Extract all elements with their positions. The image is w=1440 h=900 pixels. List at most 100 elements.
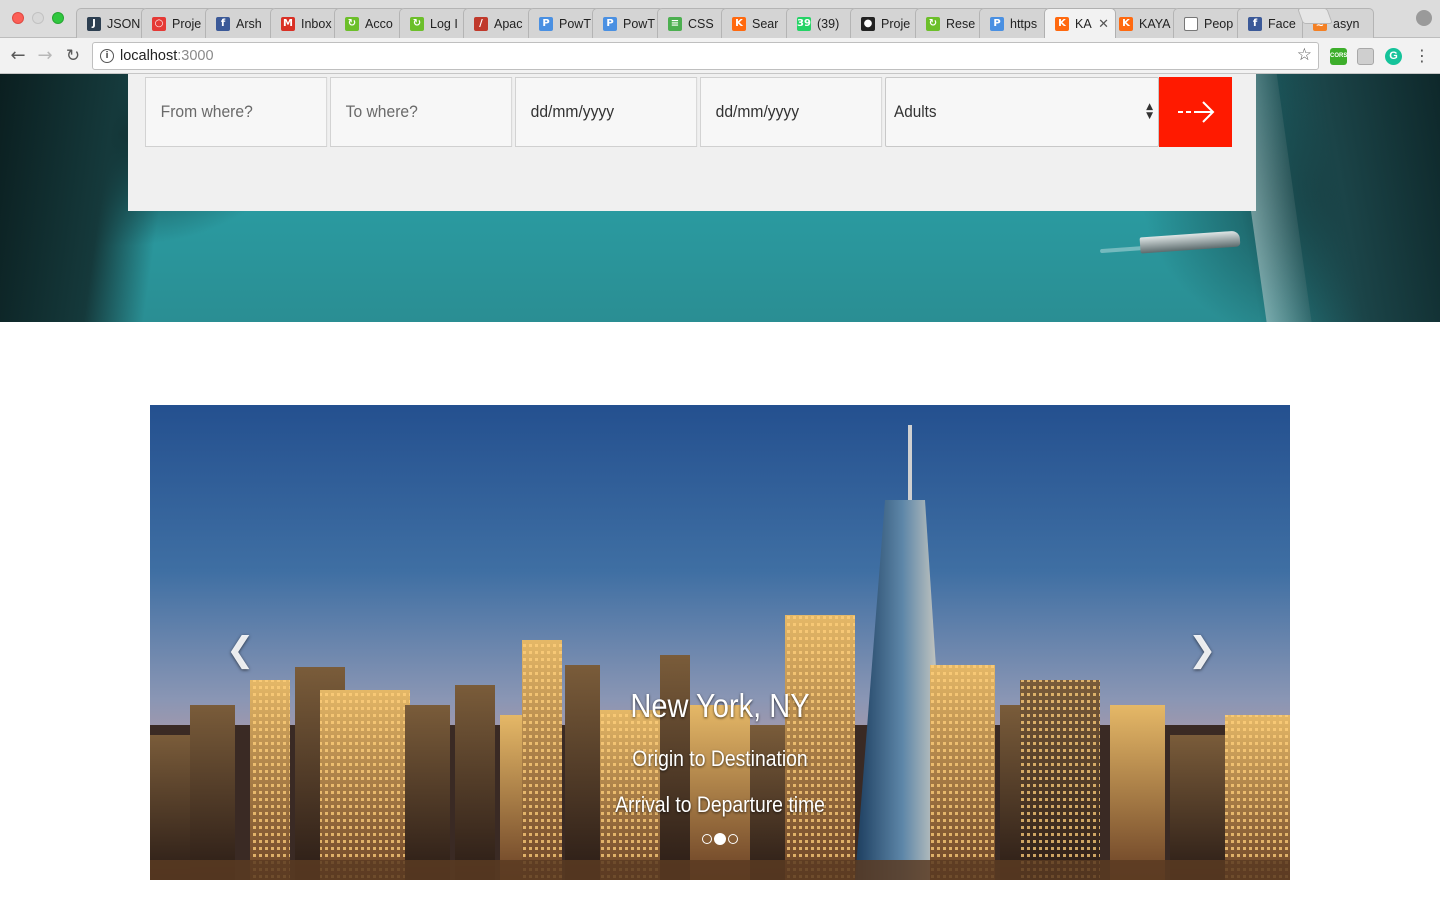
carousel-next-chevron-icon[interactable]: ❯ [1188, 630, 1217, 670]
url-port: :3000 [177, 48, 214, 64]
facebook-icon: f [216, 16, 230, 31]
browser-toolbar: ← → ↻ i localhost:3000 ☆ CORS G ⋮ [0, 38, 1440, 74]
browser-tab[interactable]: / Apac [463, 8, 535, 38]
kayak-icon: K [732, 16, 746, 31]
browser-tab[interactable]: ↻ Rese [914, 8, 987, 38]
forward-arrow-icon[interactable]: → [34, 45, 56, 67]
extension-person-icon[interactable] [1357, 48, 1374, 65]
green-swirl-icon: ↻ [409, 16, 424, 31]
to-input[interactable]: To where? [330, 77, 513, 147]
search-submit-button[interactable] [1159, 77, 1232, 147]
browser-tab-label: KA [1074, 16, 1092, 31]
from-placeholder: From where? [160, 102, 253, 121]
browser-tab-label: CSS [687, 16, 714, 31]
travellers-select[interactable]: Adults ▲ ▼ [885, 77, 1159, 147]
carousel-route-text: Origin to Destination [632, 746, 808, 771]
grammarly-extension-icon[interactable]: G [1385, 48, 1402, 65]
browser-tab-label: PowT [558, 16, 591, 31]
profile-icon[interactable] [1416, 10, 1432, 26]
browser-tab[interactable]: ↻ Acco [334, 8, 406, 38]
apache-feather-icon: / [474, 16, 488, 31]
tab-strip: J JSON ○ Proje f Arsh M Inbox ↻ Acco ↻ Log I / Apac P P… [76, 8, 1376, 38]
browser-tab-label: Arsh [236, 16, 262, 31]
browser-tab[interactable]: P PowT [527, 8, 600, 38]
facebook-icon: f [1248, 16, 1262, 31]
carousel-indicators [702, 833, 738, 845]
powtoon-icon: P [990, 16, 1004, 31]
carousel-prev-chevron-icon[interactable]: ❮ [226, 630, 255, 670]
to-placeholder: To where? [345, 102, 418, 121]
browser-tab-label: https [1010, 16, 1038, 31]
url-host: localhost [120, 48, 178, 64]
cors-extension-icon[interactable]: CORS [1330, 48, 1347, 65]
hero-ship [1139, 230, 1241, 254]
bookmark-star-icon[interactable]: ☆ [1297, 45, 1312, 65]
browser-tab[interactable]: Peop [1172, 8, 1245, 38]
travellers-selected-value: Adults [894, 102, 937, 121]
browser-tab[interactable]: K KA ✕ [1043, 8, 1116, 38]
return-date-input[interactable]: dd/mm/yyyy [700, 77, 883, 147]
jsonlint-icon: J [87, 16, 101, 31]
browser-tab[interactable]: ≡ CSS [656, 8, 729, 38]
browser-tab-label: PowT [623, 16, 655, 31]
carousel-times-text: Arrival to Departure time [615, 792, 825, 817]
back-arrow-icon[interactable]: ← [7, 45, 29, 67]
reload-icon[interactable]: ↻ [62, 45, 84, 67]
browser-tab-label: Proje [171, 16, 201, 31]
browser-tab-label: Acco [365, 16, 393, 31]
browser-tab[interactable]: ↻ Log I [398, 8, 471, 38]
browser-tab-label: Sear [752, 16, 779, 31]
github-icon: ● [861, 16, 875, 31]
carousel-indicator-dot[interactable] [714, 833, 726, 845]
gmail-icon: M [280, 16, 295, 31]
browser-tab-label: (39) [816, 16, 839, 31]
url-text[interactable]: localhost:3000 [120, 48, 214, 64]
browser-tab[interactable]: K KAYA [1108, 8, 1180, 38]
browser-tab-label: Inbox [300, 16, 332, 31]
browser-tab[interactable]: M Inbox [269, 8, 342, 38]
browser-tab-label: Rese [945, 16, 975, 31]
carousel-indicator-dot[interactable] [728, 834, 738, 844]
green-swirl-icon: ↻ [345, 16, 359, 31]
browser-tab[interactable]: K Sear [721, 8, 793, 38]
powtoon-icon: P [538, 16, 553, 31]
browser-tab[interactable]: J JSON [76, 8, 148, 38]
browser-tab-bar: J JSON ○ Proje f Arsh M Inbox ↻ Acco ↻ Log I / Apac P P… [0, 0, 1440, 38]
from-input[interactable]: From where? [145, 77, 328, 147]
window-minimize-button[interactable] [32, 12, 44, 24]
browser-tab-label: Apac [494, 16, 523, 31]
close-tab-icon[interactable]: ✕ [1098, 16, 1109, 32]
green-swirl-icon: ↻ [925, 16, 940, 31]
browser-menu-icon[interactable]: ⋮ [1414, 46, 1430, 66]
document-icon [1183, 16, 1198, 31]
window-maximize-button[interactable] [52, 12, 64, 24]
info-icon[interactable]: i [100, 49, 114, 63]
browser-tab[interactable]: ○ Proje [140, 8, 213, 38]
browser-tab-label: JSON [107, 16, 141, 31]
window-close-button[interactable] [12, 12, 24, 24]
return-date-placeholder: dd/mm/yyyy [715, 102, 800, 121]
flight-search-panel: From where? To where? dd/mm/yyyy dd/mm/y… [128, 74, 1256, 211]
browser-tab[interactable]: 39 (39) [785, 8, 858, 38]
kayak-icon: K [1119, 16, 1133, 31]
css-icon: ≡ [667, 16, 682, 31]
browser-tab-label: KAYA [1139, 16, 1171, 31]
browser-tab-label: asyn [1332, 16, 1359, 31]
browser-tab-label: Log I [429, 16, 458, 31]
address-bar[interactable]: i localhost:3000 ☆ [92, 42, 1319, 70]
browser-tab[interactable]: ● Proje [850, 8, 922, 38]
browser-tab[interactable]: P PowT [592, 8, 664, 38]
kayak-icon: K [1054, 16, 1069, 31]
new-tab-button[interactable] [1297, 8, 1333, 24]
carousel-indicator-dot[interactable] [702, 834, 712, 844]
lifesaver-icon: ○ [151, 16, 166, 31]
carousel-city-title: New York, NY [630, 687, 810, 724]
browser-tab-label: Face [1268, 16, 1296, 31]
powtoon-icon: P [603, 16, 617, 31]
select-updown-icon: ▲ ▼ [1146, 102, 1153, 121]
dashed-arrow-right-icon [1177, 101, 1214, 123]
browser-tab[interactable]: Phttps [979, 8, 1051, 38]
browser-tab[interactable]: f Arsh [205, 8, 277, 38]
depart-date-input[interactable]: dd/mm/yyyy [515, 77, 698, 147]
browser-tab-label: Proje [881, 16, 911, 31]
